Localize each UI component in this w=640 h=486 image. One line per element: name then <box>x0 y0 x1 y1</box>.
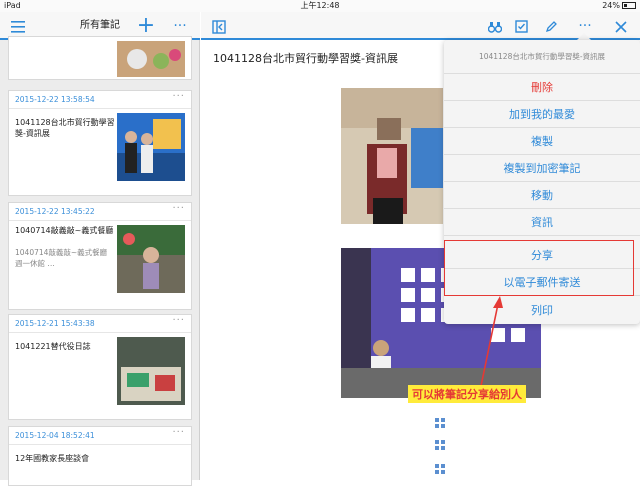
clock: 上午12:48 <box>300 1 340 10</box>
note-card[interactable]: 2015-12-22 13:58:54 ··· 1041128台北市貿行動學習獎… <box>8 90 192 196</box>
note-thumbnail <box>117 225 185 293</box>
note-card[interactable]: 2015-12-04 18:52:41 ··· 12年國教家長座談會 <box>8 426 192 486</box>
edit-pencil-icon[interactable] <box>539 12 563 40</box>
note-more-icon[interactable]: ··· <box>172 315 185 326</box>
divider <box>9 108 191 109</box>
note-date: 2015-12-21 15:43:38 <box>15 319 95 328</box>
battery-percent: 24% <box>602 1 620 10</box>
note-more-icon[interactable]: ··· <box>172 91 185 102</box>
note-thumbnail <box>117 113 185 181</box>
note-detail-toolbar: ··· <box>201 12 640 40</box>
note-date: 2015-12-22 13:45:22 <box>15 207 95 216</box>
menu-header: 1041128台北市貿行動學習獎-資訊展 <box>444 40 640 74</box>
image-placeholder-icon <box>435 440 445 450</box>
note-preview: 1040714敲義敲~義式餐廳 週一休館 … <box>15 248 108 268</box>
menu-item-print[interactable]: 列印 <box>444 297 640 324</box>
share-highlight-box <box>444 240 634 296</box>
note-title: 1041221替代役日誌 <box>15 342 91 351</box>
image-placeholder-icon <box>435 464 445 474</box>
note-date: 2015-12-22 13:58:54 <box>15 95 95 104</box>
menu-item-delete[interactable]: 刪除 <box>444 74 640 101</box>
note-card[interactable]: 2015-12-22 13:45:22 ··· 1040714敲義敲~義式餐廳 … <box>8 202 192 310</box>
menu-item-move[interactable]: 移動 <box>444 182 640 209</box>
close-icon[interactable] <box>609 12 633 40</box>
binoculars-icon[interactable] <box>483 12 507 40</box>
note-thumbnail <box>117 41 185 77</box>
note-more-icon[interactable]: ··· <box>172 427 185 438</box>
note-card[interactable]: 2015-12-21 15:43:38 ··· 1041221替代役日誌 <box>8 314 192 420</box>
menu-item-add-favorite[interactable]: 加到我的最愛 <box>444 101 640 128</box>
annotation-callout: 可以將筆記分享給別人 <box>408 385 526 403</box>
image-placeholder-icon <box>435 418 445 428</box>
note-title: 1041128台北市貿行動學習獎-資訊展 <box>15 118 115 138</box>
note-more-icon[interactable]: ··· <box>172 203 185 214</box>
note-title: 1041128台北市貿行動學習獎-資訊展 <box>213 52 398 65</box>
annotation-arrow <box>480 296 503 387</box>
menu-item-copy[interactable]: 複製 <box>444 128 640 155</box>
popup-arrow <box>577 33 591 40</box>
battery-icon <box>622 2 636 9</box>
divider <box>9 220 191 221</box>
menu-item-info[interactable]: 資訊 <box>444 209 640 236</box>
divider <box>9 332 191 333</box>
status-bar: iPad 上午12:48 24% <box>0 0 640 12</box>
note-date: 2015-12-04 18:52:41 <box>15 431 95 440</box>
notes-list-panel: 所有筆記 + ··· 2015-12-22 13:58:54 ··· 10411… <box>0 12 200 486</box>
divider <box>9 444 191 445</box>
note-photo <box>341 88 443 224</box>
note-thumbnail <box>117 337 185 405</box>
note-title: 1040714敲義敲~義式餐廳 <box>15 226 114 235</box>
note-card[interactable] <box>8 36 192 80</box>
collapse-sidebar-icon[interactable] <box>207 12 231 40</box>
checklist-icon[interactable] <box>509 12 533 40</box>
menu-item-copy-to-encrypted[interactable]: 複製到加密筆記 <box>444 155 640 182</box>
note-title: 12年國教家長座談會 <box>15 454 90 463</box>
battery-indicator: 24% <box>602 0 636 12</box>
